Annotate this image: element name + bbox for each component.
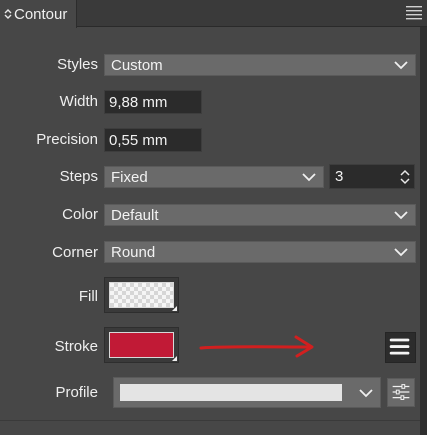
- fill-swatch[interactable]: [104, 277, 179, 313]
- styles-value: Custom: [111, 56, 163, 74]
- chevron-up-down-icon[interactable]: [3, 7, 13, 21]
- precision-value: 0,55 mm: [109, 131, 168, 149]
- chevron-down-icon: [302, 173, 316, 182]
- steps-count-stepper[interactable]: 3: [329, 164, 415, 189]
- panel-divider: [0, 420, 420, 421]
- chevron-down-icon: [359, 389, 373, 398]
- corner-dropdown[interactable]: Round: [104, 241, 416, 263]
- profile-settings-button[interactable]: [387, 378, 415, 407]
- chevron-down-icon: [394, 211, 408, 220]
- fill-swatch-transparent: [109, 282, 174, 308]
- width-value: 9,88 mm: [109, 93, 168, 111]
- styles-label: Styles: [57, 56, 98, 73]
- profile-dropdown[interactable]: [113, 377, 381, 408]
- color-dropdown[interactable]: Default: [104, 204, 416, 226]
- hamburger-menu-icon: [389, 338, 410, 355]
- steps-count-value: 3: [335, 168, 344, 185]
- stroke-label: Stroke: [54, 338, 98, 355]
- color-value: Default: [111, 206, 159, 224]
- steps-value: Fixed: [111, 168, 148, 186]
- styles-dropdown[interactable]: Custom: [104, 54, 416, 76]
- fill-label: Fill: [78, 288, 98, 305]
- width-field[interactable]: 9,88 mm: [104, 90, 202, 114]
- corner-label: Corner: [52, 244, 98, 261]
- stroke-options-button[interactable]: [385, 332, 416, 363]
- chevron-down-icon: [394, 248, 408, 257]
- width-label: Width: [59, 93, 98, 110]
- tab-contour[interactable]: Contour: [0, 0, 77, 28]
- stroke-swatch[interactable]: [104, 327, 179, 363]
- hamburger-menu-icon[interactable]: [404, 3, 424, 23]
- tab-label: Contour: [14, 5, 68, 23]
- steps-label: Steps: [59, 168, 98, 185]
- stroke-swatch-color: [109, 332, 174, 358]
- steps-dropdown[interactable]: Fixed: [104, 166, 324, 188]
- chevron-up-down-icon[interactable]: [398, 167, 412, 187]
- swatch-corner-mark: [172, 356, 177, 361]
- profile-preview: [120, 384, 342, 401]
- chevron-down-icon: [394, 61, 408, 70]
- panel-titlebar: Contour: [0, 0, 427, 28]
- red-arrow-annotation: [199, 335, 314, 358]
- corner-value: Round: [111, 243, 156, 261]
- profile-label: Profile: [55, 384, 98, 401]
- sliders-settings-icon: [392, 384, 410, 400]
- precision-label: Precision: [36, 131, 98, 148]
- precision-field[interactable]: 0,55 mm: [104, 128, 202, 152]
- color-label: Color: [62, 206, 98, 223]
- panel-scrollbar[interactable]: [420, 27, 427, 435]
- swatch-corner-mark: [172, 306, 177, 311]
